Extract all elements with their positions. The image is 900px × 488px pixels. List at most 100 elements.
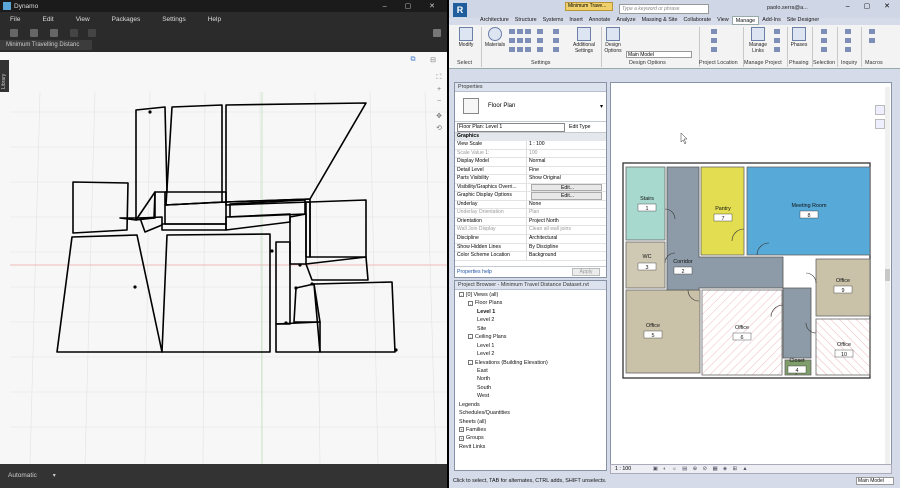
orbit-icon[interactable]: ⟲	[434, 124, 444, 134]
property-row[interactable]: Display Model Normal	[455, 158, 606, 167]
search-input[interactable]: Type a keyword or phrase	[619, 4, 709, 14]
browser-node[interactable]: Sheets (all)	[455, 419, 606, 427]
tab-annotate[interactable]: Annotate	[586, 16, 614, 25]
menu-edit[interactable]: Edit	[42, 16, 53, 26]
revit-application-menu-icon[interactable]: R	[453, 3, 467, 17]
view-scale[interactable]: 1 : 100	[615, 466, 631, 472]
tab-view[interactable]: View	[714, 16, 732, 25]
tab-site-designer[interactable]: Site Designer	[784, 16, 822, 25]
properties-help-link[interactable]: Properties help	[457, 269, 492, 275]
phases-button[interactable]: Phases	[788, 25, 810, 48]
tab-analyze[interactable]: Analyze	[613, 16, 638, 25]
view-control-icons[interactable]: ▣ ◐ ☼ ▤ ⊕ ⊘ ▦ ◈ ⊞ ▲	[653, 466, 750, 472]
property-row[interactable]: Parts Visibility Show Original	[455, 175, 606, 184]
tab-architecture[interactable]: Architecture	[477, 16, 512, 25]
expand-toggle-icon[interactable]: -	[468, 300, 473, 306]
property-row[interactable]: Discipline Architectural	[455, 235, 606, 244]
browser-node[interactable]: North	[455, 376, 606, 384]
property-row[interactable]: Show Hidden Lines By Discipline	[455, 243, 606, 253]
property-value[interactable]: Fine	[527, 167, 606, 175]
chevron-down-icon[interactable]: ▾	[600, 103, 603, 110]
expand-toggle-icon[interactable]: -	[468, 334, 473, 340]
zoom-fit-icon[interactable]: ⛶	[434, 74, 444, 84]
browser-node[interactable]: Level 2	[455, 317, 606, 325]
expand-toggle-icon[interactable]: -	[468, 359, 473, 365]
property-row[interactable]: Graphic Display Options Edit...	[455, 192, 606, 201]
dynamo-canvas[interactable]: Library ⧉ ⊟ ⛶ + − ✥ ⟲	[0, 52, 447, 464]
design-options-button[interactable]: Design Options	[602, 25, 624, 54]
browser-node[interactable]: South	[455, 385, 606, 393]
property-row[interactable]: Underlay Orientation Plan	[455, 209, 606, 218]
additional-settings-button[interactable]: Additional Settings	[566, 25, 602, 54]
run-mode-dropdown[interactable]: Automatic	[8, 472, 37, 479]
property-row[interactable]: Visibility/Graphics Overri... Edit...	[455, 183, 606, 193]
main-model-dropdown[interactable]: Main Model	[626, 51, 692, 58]
open-file-icon[interactable]	[30, 29, 38, 37]
browser-node[interactable]: Level 1	[455, 309, 606, 317]
browser-node[interactable]: Level 2	[455, 351, 606, 359]
property-row[interactable]: Detail Level Fine	[455, 166, 606, 176]
property-value[interactable]: 1 : 100	[527, 141, 606, 149]
browser-node[interactable]: Schedules/Quantities	[455, 410, 606, 418]
property-value[interactable]: By Discipline	[527, 244, 606, 252]
tab-collaborate[interactable]: Collaborate	[681, 16, 715, 25]
floor-plan-view[interactable]: Stairs 1 Pantry 7 Meeting Room 8 WC 3 Co…	[610, 82, 892, 471]
new-file-icon[interactable]	[10, 29, 18, 37]
property-row[interactable]: Color Scheme Location Background	[455, 252, 606, 261]
expand-toggle-icon[interactable]: +	[459, 427, 464, 433]
chevron-down-icon[interactable]: ▾	[53, 473, 56, 479]
menu-file[interactable]: File	[10, 16, 20, 26]
menu-view[interactable]: View	[76, 16, 90, 26]
property-value[interactable]: None	[527, 201, 606, 209]
tab-structure[interactable]: Structure	[512, 16, 540, 25]
browser-node[interactable]: - [0] Views (all)	[455, 292, 606, 300]
window-controls[interactable]: – ▢ ✕	[383, 2, 443, 10]
property-value[interactable]: Architectural	[527, 235, 606, 243]
browser-node[interactable]: Level 1	[455, 343, 606, 351]
properties-group-graphics[interactable]: Graphics	[455, 133, 606, 141]
tab-manage[interactable]: Manage	[731, 16, 760, 25]
redo-icon[interactable]	[88, 29, 96, 37]
pan-icon[interactable]: ✥	[434, 112, 444, 122]
tab-add-ins[interactable]: Add-Ins	[759, 16, 784, 25]
browser-node[interactable]: Legends	[455, 402, 606, 410]
property-value[interactable]: Normal	[527, 158, 606, 166]
apply-button[interactable]: Apply	[572, 268, 600, 276]
window-controls[interactable]: – ▢ ✕	[846, 2, 896, 10]
browser-node[interactable]: + Groups	[455, 435, 606, 443]
instance-filter-dropdown[interactable]: Floor Plan: Level 1	[457, 122, 565, 132]
modify-button[interactable]: Modify	[455, 25, 477, 48]
property-value[interactable]: Project North	[527, 218, 606, 226]
group-select[interactable]: Select	[457, 60, 472, 66]
zoom-in-icon[interactable]: +	[434, 86, 444, 96]
menu-settings[interactable]: Settings	[162, 16, 186, 26]
tab-systems[interactable]: Systems	[540, 16, 567, 25]
workspace-tab[interactable]: Minimum Travelling Distanc	[0, 40, 92, 50]
property-row[interactable]: Scale Value 1: 100	[455, 149, 606, 159]
tab-massing-site[interactable]: Massing & Site	[639, 16, 681, 25]
save-icon[interactable]	[50, 29, 58, 37]
property-value[interactable]: Edit...	[531, 183, 602, 192]
browser-node[interactable]: - Ceiling Plans	[455, 334, 606, 342]
browser-node[interactable]: West	[455, 393, 606, 401]
menu-help[interactable]: Help	[208, 16, 221, 26]
3d-preview-toggle-icon[interactable]: ⧉	[405, 56, 421, 66]
property-value[interactable]: Plan	[527, 209, 606, 217]
edit-type-button[interactable]: Edit Type	[569, 124, 591, 130]
browser-node[interactable]: + Families	[455, 427, 606, 435]
expand-toggle-icon[interactable]: +	[459, 435, 464, 441]
browser-node[interactable]: Site	[455, 326, 606, 334]
property-value[interactable]: Show Original	[527, 175, 606, 183]
property-row[interactable]: Underlay None	[455, 200, 606, 210]
tab-insert[interactable]: Insert	[566, 16, 585, 25]
browser-node[interactable]: Revit Links	[455, 444, 606, 452]
type-selector[interactable]: Floor Plan ▾	[455, 92, 606, 122]
manage-links-button[interactable]: Manage Links	[745, 25, 771, 54]
active-workset-dropdown[interactable]: Main Model	[856, 477, 894, 485]
property-row[interactable]: Orientation Project North	[455, 217, 606, 227]
expand-toggle-icon[interactable]: -	[459, 292, 464, 298]
property-value[interactable]: 100	[527, 150, 606, 158]
graph-view-toggle-icon[interactable]: ⊟	[425, 56, 441, 66]
browser-node[interactable]: - Floor Plans	[455, 300, 606, 308]
materials-button[interactable]: Materials	[483, 25, 507, 48]
